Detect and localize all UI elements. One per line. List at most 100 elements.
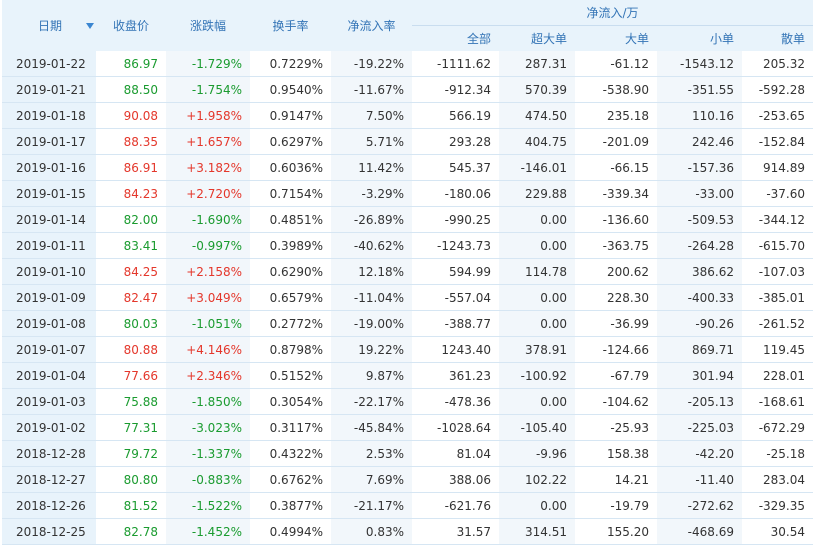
cell-turnover: 0.4851%	[250, 207, 331, 233]
table-row: 2018-12-27 80.80 -0.883% 0.6762% 7.69% 388.06…	[2, 467, 813, 493]
table-row: 2019-01-21 88.50 -1.754% 0.9540% -11.67% -912…	[2, 77, 813, 103]
cell-large: 228.30	[575, 285, 657, 311]
cell-small: 301.94	[657, 363, 742, 389]
table-row: 2019-01-16 86.91 +3.182% 0.6036% 11.42% 545.3…	[2, 155, 813, 181]
cell-total: -1243.73	[412, 233, 499, 259]
cell-net-inflow-rate: -22.17%	[331, 389, 412, 415]
cell-close: 86.91	[96, 155, 166, 181]
header-retail[interactable]: 散单	[742, 26, 813, 51]
header-change[interactable]: 涨跌幅	[166, 0, 250, 51]
cell-retail: -152.84	[742, 129, 813, 155]
table-row: 2018-12-28 79.72 -1.337% 0.4322% 2.53% 81.04-…	[2, 441, 813, 467]
cell-super-large: -146.01	[499, 155, 575, 181]
cell-retail: -672.29	[742, 415, 813, 441]
header-net-inflow-group: 净流入/万	[412, 0, 813, 26]
cell-large: -538.90	[575, 77, 657, 103]
cell-close: 83.41	[96, 233, 166, 259]
cell-large: -363.75	[575, 233, 657, 259]
header-turnover[interactable]: 换手率	[250, 0, 331, 51]
cell-turnover: 0.7229%	[250, 51, 331, 77]
cell-super-large: 0.00	[499, 493, 575, 519]
header-super-large[interactable]: 超大单	[499, 26, 575, 51]
cell-small: -157.36	[657, 155, 742, 181]
cell-retail: -107.03	[742, 259, 813, 285]
cell-turnover: 0.3117%	[250, 415, 331, 441]
cell-date: 2019-01-21	[2, 77, 96, 103]
table-row: 2019-01-17 88.35 +1.657% 0.6297% 5.71% 293.28…	[2, 129, 813, 155]
header-date[interactable]: 日期	[2, 0, 96, 51]
header-close[interactable]: 收盘价	[96, 0, 166, 51]
cell-super-large: -100.92	[499, 363, 575, 389]
cell-turnover: 0.6762%	[250, 467, 331, 493]
cell-change: -0.997%	[166, 233, 250, 259]
cell-total: -557.04	[412, 285, 499, 311]
cell-close: 80.03	[96, 311, 166, 337]
cell-turnover: 0.4322%	[250, 441, 331, 467]
table-header: 日期 收盘价 涨跌幅 换手率 净流入率 净流入/万 全部 超大单 大单 小单 散…	[2, 0, 813, 51]
table-row: 2019-01-15 84.23 +2.720% 0.7154% -3.29% -180.…	[2, 181, 813, 207]
cell-close: 82.78	[96, 519, 166, 545]
cell-super-large: 0.00	[499, 311, 575, 337]
cell-retail: -385.01	[742, 285, 813, 311]
cell-net-inflow-rate: 7.50%	[331, 103, 412, 129]
cell-total: 361.23	[412, 363, 499, 389]
header-large[interactable]: 大单	[575, 26, 657, 51]
sort-desc-icon[interactable]	[86, 22, 95, 29]
cell-super-large: 0.00	[499, 207, 575, 233]
cell-small: -11.40	[657, 467, 742, 493]
cell-turnover: 0.7154%	[250, 181, 331, 207]
cell-retail: -25.18	[742, 441, 813, 467]
cell-total: 293.28	[412, 129, 499, 155]
cell-super-large: 0.00	[499, 389, 575, 415]
cell-turnover: 0.5152%	[250, 363, 331, 389]
header-date-label: 日期	[38, 19, 63, 33]
cell-close: 80.88	[96, 337, 166, 363]
cell-date: 2019-01-14	[2, 207, 96, 233]
cell-retail: -261.52	[742, 311, 813, 337]
cell-close: 88.50	[96, 77, 166, 103]
cell-date: 2019-01-08	[2, 311, 96, 337]
cell-total: -180.06	[412, 181, 499, 207]
cell-total: 566.19	[412, 103, 499, 129]
cell-small: 386.62	[657, 259, 742, 285]
cell-large: -36.99	[575, 311, 657, 337]
cell-close: 75.88	[96, 389, 166, 415]
cell-total: 545.37	[412, 155, 499, 181]
header-net-inflow-rate[interactable]: 净流入率	[331, 0, 412, 51]
cell-close: 84.23	[96, 181, 166, 207]
header-small[interactable]: 小单	[657, 26, 742, 51]
cell-date: 2019-01-04	[2, 363, 96, 389]
cell-date: 2019-01-16	[2, 155, 96, 181]
cell-small: -205.13	[657, 389, 742, 415]
cell-date: 2019-01-17	[2, 129, 96, 155]
cell-retail: 205.32	[742, 51, 813, 77]
cell-retail: 228.01	[742, 363, 813, 389]
cell-change: -1.337%	[166, 441, 250, 467]
cell-small: -90.26	[657, 311, 742, 337]
cell-total: 31.57	[412, 519, 499, 545]
header-total[interactable]: 全部	[412, 26, 499, 51]
cell-net-inflow-rate: 0.83%	[331, 519, 412, 545]
cell-turnover: 0.2772%	[250, 311, 331, 337]
cell-total: 81.04	[412, 441, 499, 467]
cell-net-inflow-rate: -11.67%	[331, 77, 412, 103]
table-row: 2019-01-18 90.08 +1.958% 0.9147% 7.50% 566.19…	[2, 103, 813, 129]
cell-change: +3.049%	[166, 285, 250, 311]
cell-small: -468.69	[657, 519, 742, 545]
cell-retail: 914.89	[742, 155, 813, 181]
cell-retail: -168.61	[742, 389, 813, 415]
cell-turnover: 0.6290%	[250, 259, 331, 285]
cell-large: -201.09	[575, 129, 657, 155]
cell-change: -0.883%	[166, 467, 250, 493]
cell-large: -66.15	[575, 155, 657, 181]
cell-small: -272.62	[657, 493, 742, 519]
cell-date: 2018-12-26	[2, 493, 96, 519]
cell-large: -339.34	[575, 181, 657, 207]
cell-super-large: 114.78	[499, 259, 575, 285]
cell-net-inflow-rate: 5.71%	[331, 129, 412, 155]
cell-total: -478.36	[412, 389, 499, 415]
cell-small: -33.00	[657, 181, 742, 207]
cell-total: 1243.40	[412, 337, 499, 363]
cell-net-inflow-rate: 2.53%	[331, 441, 412, 467]
cell-change: -1.522%	[166, 493, 250, 519]
